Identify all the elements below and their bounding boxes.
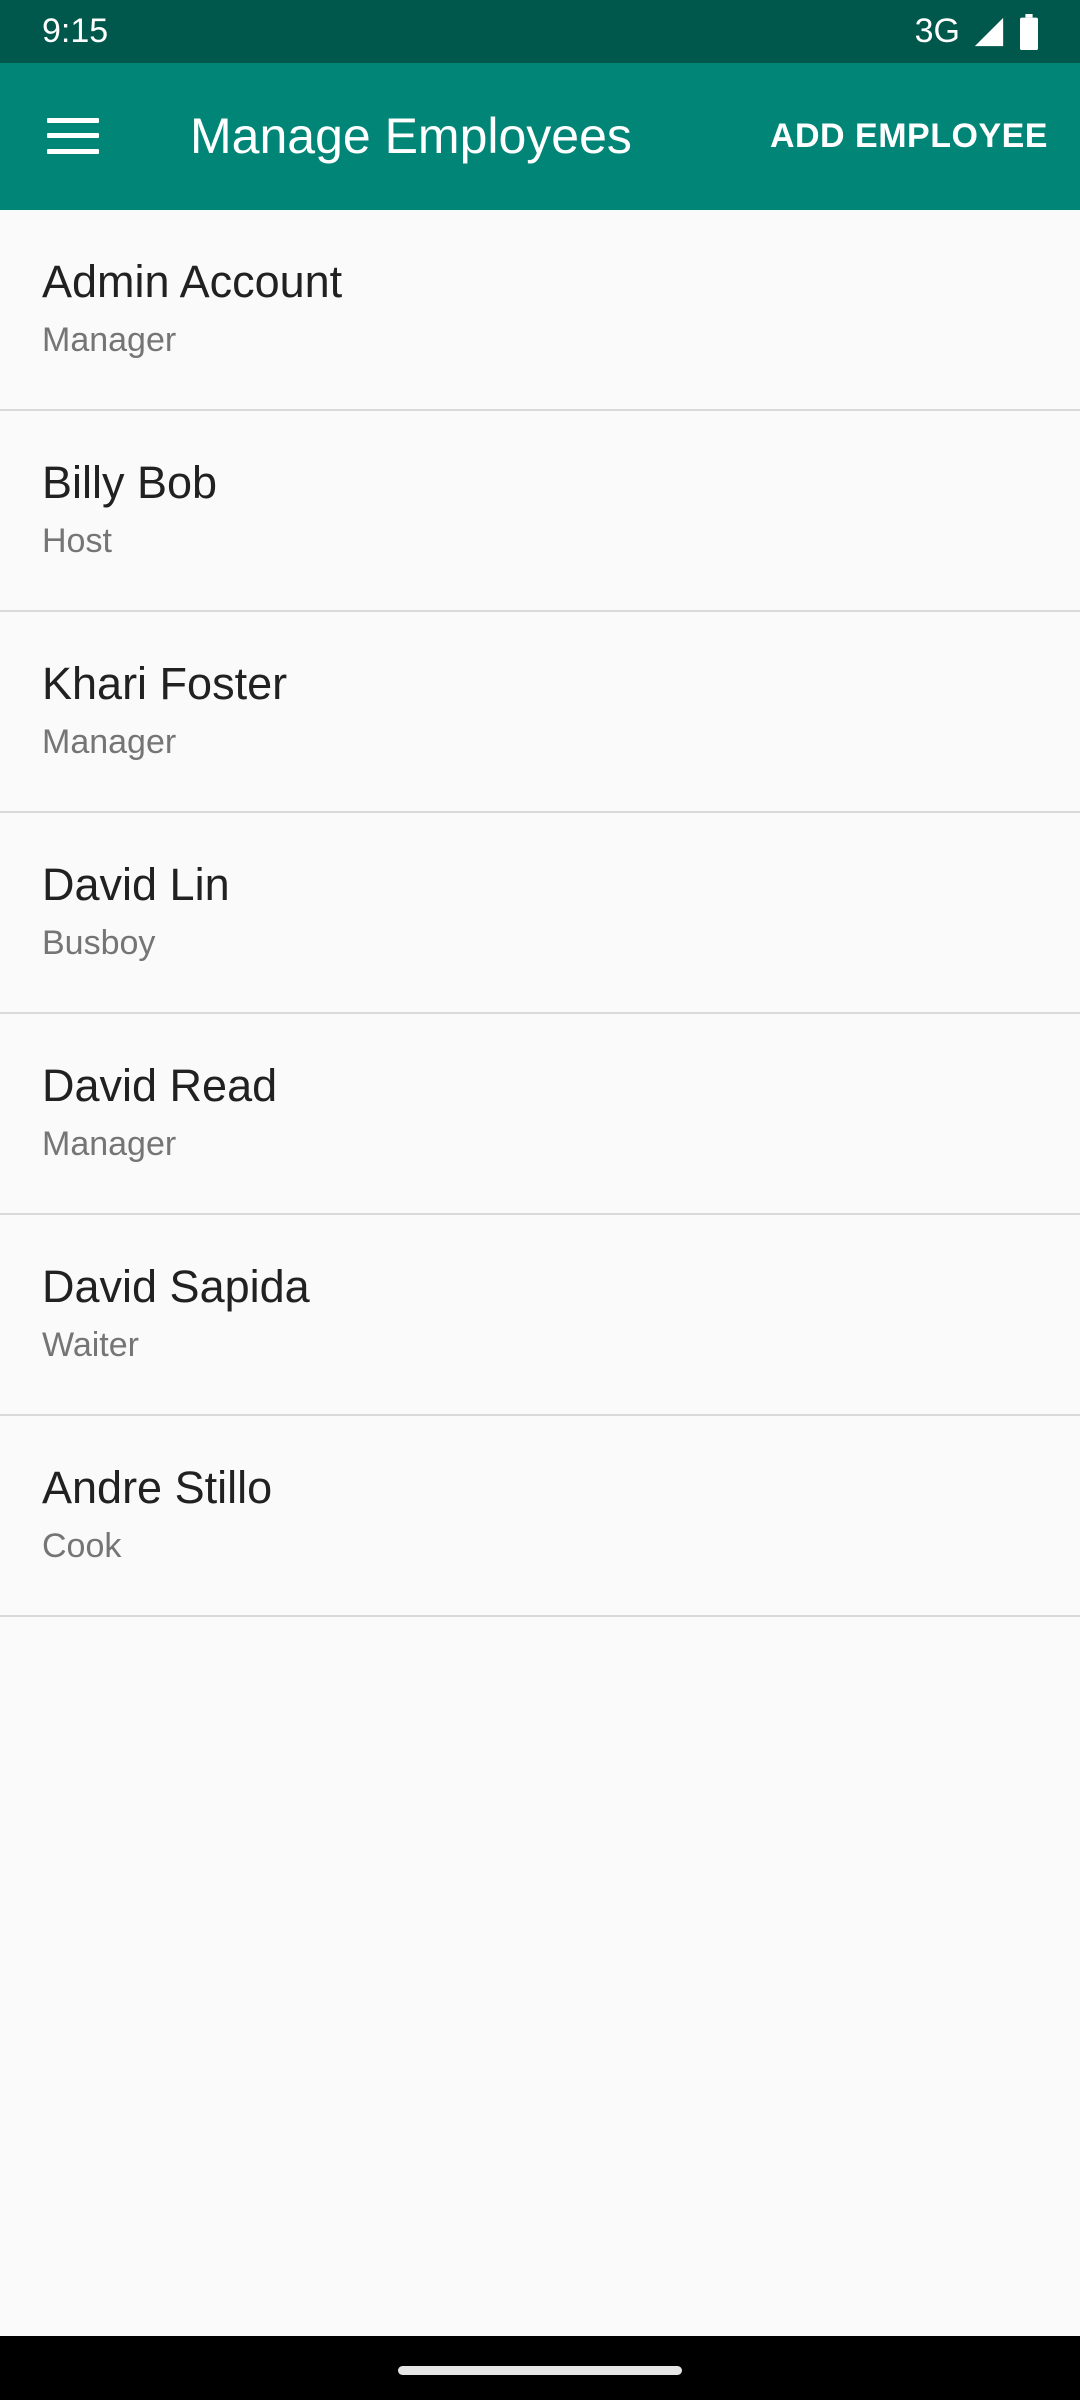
employee-role: Manager bbox=[42, 723, 177, 761]
employee-list-item[interactable]: David Sapida Waiter bbox=[0, 1215, 1080, 1416]
employee-name: Billy Bob bbox=[42, 457, 218, 508]
employee-name: David Sapida bbox=[42, 1261, 310, 1312]
add-employee-button[interactable]: ADD EMPLOYEE bbox=[770, 63, 1048, 210]
menu-button[interactable] bbox=[24, 87, 122, 185]
employee-name: Andre Stillo bbox=[42, 1462, 273, 1513]
employee-role: Busboy bbox=[42, 924, 156, 962]
employee-name: David Read bbox=[42, 1060, 278, 1111]
status-bar: 9:15 3G bbox=[0, 0, 1080, 63]
employee-list: Admin Account Manager Billy Bob Host Kha… bbox=[0, 210, 1080, 1617]
employee-role: Manager bbox=[42, 1125, 177, 1163]
employee-name: Admin Account bbox=[42, 256, 343, 307]
employee-role: Host bbox=[42, 522, 112, 560]
employee-name: David Lin bbox=[42, 859, 230, 910]
page-title: Manage Employees bbox=[190, 108, 632, 164]
employee-list-item[interactable]: David Read Manager bbox=[0, 1014, 1080, 1215]
network-type: 3G bbox=[914, 12, 960, 50]
employee-list-item[interactable]: Andre Stillo Cook bbox=[0, 1416, 1080, 1617]
employee-list-item[interactable]: Khari Foster Manager bbox=[0, 612, 1080, 813]
employee-role: Manager bbox=[42, 321, 177, 359]
battery-icon bbox=[1020, 13, 1038, 50]
status-indicators: 3G bbox=[915, 0, 1040, 63]
menu-icon bbox=[47, 118, 99, 154]
employee-list-item[interactable]: David Lin Busboy bbox=[0, 813, 1080, 1014]
home-gesture-handle[interactable] bbox=[398, 2366, 682, 2375]
employee-role: Cook bbox=[42, 1527, 122, 1565]
status-time: 9:15 bbox=[42, 12, 109, 50]
navigation-bar bbox=[0, 2336, 1080, 2400]
signal-icon bbox=[974, 17, 1004, 46]
employee-role: Waiter bbox=[42, 1326, 139, 1364]
app-bar: Manage Employees ADD EMPLOYEE bbox=[0, 63, 1080, 210]
employee-list-item[interactable]: Billy Bob Host bbox=[0, 411, 1080, 612]
employee-name: Khari Foster bbox=[42, 658, 288, 709]
employee-list-item[interactable]: Admin Account Manager bbox=[0, 210, 1080, 411]
